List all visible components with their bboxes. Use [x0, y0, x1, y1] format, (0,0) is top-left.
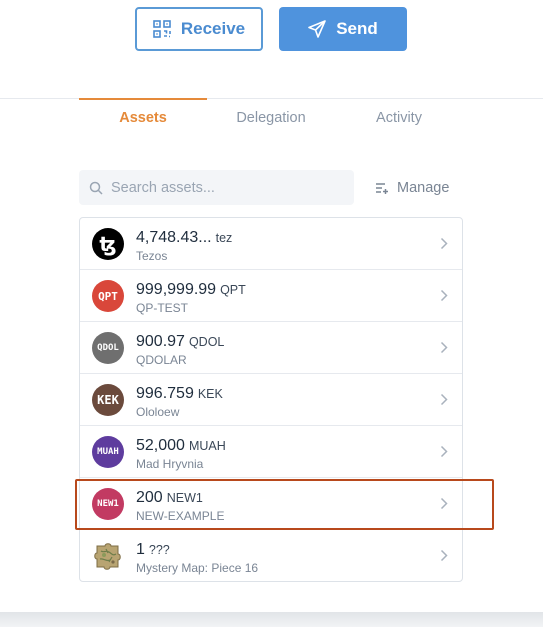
token-badge-text: QDOL — [97, 343, 119, 353]
action-buttons: Receive Send — [0, 7, 543, 51]
asset-name: Tezos — [136, 249, 168, 263]
tab-bar: Assets Delegation Activity — [79, 98, 463, 138]
token-badge-text: KEK — [97, 393, 119, 407]
manage-list-icon — [375, 181, 389, 195]
send-button[interactable]: Send — [279, 7, 407, 51]
tezos-logo-glyph: ꜩ — [99, 232, 117, 256]
tezos-logo-icon: ꜩ — [92, 228, 124, 260]
asset-row-kek[interactable]: KEK 996.759 KEK Ololoew — [80, 374, 462, 426]
asset-amount-value: 999,999.99 — [136, 281, 217, 298]
chevron-right-icon — [440, 237, 448, 250]
receive-label: Receive — [180, 19, 246, 38]
kek-token-icon: KEK — [92, 384, 124, 416]
token-badge-text: NEW1 — [97, 499, 119, 509]
asset-amount-value: 900.97 — [136, 333, 185, 350]
manage-button[interactable]: Manage — [375, 170, 449, 205]
chevron-right-icon — [440, 549, 448, 562]
chevron-right-icon — [440, 497, 448, 510]
asset-row-qpt[interactable]: QPT 999,999.99 QPT QP-TEST — [80, 270, 462, 322]
qpt-token-icon: QPT — [92, 280, 124, 312]
tab-delegation[interactable]: Delegation — [207, 98, 335, 138]
tab-activity[interactable]: Activity — [335, 98, 463, 138]
asset-symbol: MUAH — [188, 439, 226, 453]
tab-assets[interactable]: Assets — [79, 98, 207, 138]
search-icon — [89, 181, 103, 195]
assets-list: ꜩ 4,748.43... tez Tezos QPT 999,999.99 QPT… — [79, 217, 463, 582]
asset-symbol: tez — [215, 231, 233, 245]
asset-name: QDOLAR — [136, 353, 187, 367]
search-bar — [79, 170, 354, 205]
asset-name: NEW-EXAMPLE — [136, 509, 225, 523]
bottom-edge — [0, 612, 543, 627]
asset-amount: 900.97 QDOL — [136, 333, 224, 351]
asset-amount-value: 4,748.43... — [136, 229, 212, 246]
asset-amount: 52,000 MUAH — [136, 437, 226, 455]
asset-row-muah[interactable]: MUAH 52,000 MUAH Mad Hryvnia — [80, 426, 462, 478]
asset-row-qdol[interactable]: QDOL 900.97 QDOL QDOLAR — [80, 322, 462, 374]
asset-row-mystery-map[interactable]: 1??? Mystery Map: Piece 16 — [80, 530, 462, 582]
qr-code-icon — [153, 20, 171, 38]
asset-amount-value: 200 — [136, 489, 163, 506]
asset-amount: 999,999.99 QPT — [136, 281, 246, 299]
asset-amount: 996.759 KEK — [136, 385, 223, 403]
asset-symbol: KEK — [197, 387, 223, 401]
asset-name: QP-TEST — [136, 301, 189, 315]
asset-name: Mystery Map: Piece 16 — [136, 561, 259, 575]
token-badge-text: MUAH — [97, 447, 119, 457]
qdol-token-icon: QDOL — [92, 332, 124, 364]
asset-symbol: ??? — [148, 543, 170, 557]
chevron-right-icon — [440, 393, 448, 406]
token-badge-text: QPT — [98, 289, 118, 303]
asset-amount-value: 996.759 — [136, 385, 194, 402]
asset-amount: 1??? — [136, 541, 170, 559]
asset-row-new1[interactable]: NEW1 200 NEW1 NEW-EXAMPLE — [80, 478, 462, 530]
receive-button[interactable]: Receive — [135, 7, 263, 51]
new1-token-icon: NEW1 — [92, 488, 124, 520]
send-label: Send — [336, 19, 378, 38]
muah-token-icon: MUAH — [92, 436, 124, 468]
chevron-right-icon — [440, 289, 448, 302]
asset-amount: 200 NEW1 — [136, 489, 203, 507]
asset-symbol: QDOL — [188, 335, 225, 349]
asset-symbol: QPT — [220, 283, 246, 297]
manage-label: Manage — [397, 179, 450, 196]
asset-symbol: NEW1 — [166, 491, 203, 505]
asset-row-tezos[interactable]: ꜩ 4,748.43... tez Tezos — [80, 218, 462, 270]
paper-plane-icon — [308, 20, 327, 38]
chevron-right-icon — [440, 341, 448, 354]
chevron-right-icon — [440, 445, 448, 458]
search-input[interactable] — [111, 179, 341, 196]
asset-name: Mad Hryvnia — [136, 457, 204, 471]
asset-amount: 4,748.43... tez — [136, 229, 232, 247]
asset-name: Ololoew — [136, 405, 180, 419]
asset-amount-value: 52,000 — [136, 437, 185, 454]
map-piece-image-icon — [92, 540, 124, 572]
asset-amount-value: 1 — [136, 541, 145, 558]
